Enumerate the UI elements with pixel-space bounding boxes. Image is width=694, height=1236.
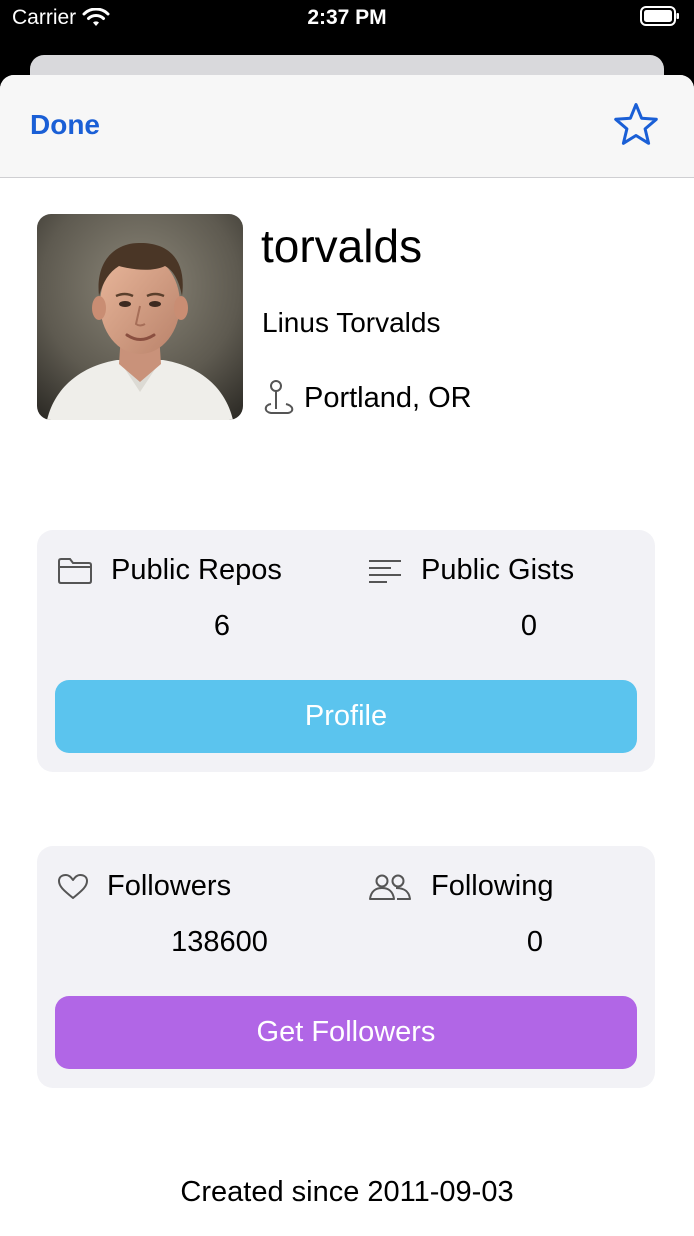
followers-card: Followers 138600 Following 0 Get Followe… [37, 846, 655, 1088]
location: Portland, OR [262, 379, 472, 417]
profile-photo [37, 214, 243, 420]
followers-label: Followers [107, 870, 232, 902]
public-repos-value: 6 [213, 610, 231, 642]
location-label: Portland, OR [304, 381, 472, 414]
public-gists-label: Public Gists [421, 554, 575, 586]
public-gists-header: Public Gists [367, 554, 574, 587]
followers-value: 138600 [171, 926, 268, 958]
following-value: 0 [526, 926, 544, 958]
following-header: Following [367, 870, 554, 903]
star-icon[interactable] [612, 101, 660, 149]
folder-icon [58, 557, 92, 584]
user-info-sheet: Done torvalds Linus Torvalds Portland, O… [0, 75, 694, 1236]
battery-icon [640, 6, 679, 26]
get-followers-button[interactable]: Get Followers [55, 996, 637, 1069]
public-repos-header: Public Repos [57, 554, 282, 587]
text-lines-icon [369, 559, 401, 583]
navigation-bar: Done [0, 75, 694, 178]
repos-card: Public Repos 6 Public Gists 0 Profile [37, 530, 655, 772]
username: torvalds [261, 220, 423, 272]
heart-icon [58, 873, 88, 899]
following-label: Following [431, 870, 554, 902]
followers-header: Followers [57, 870, 231, 903]
status-bar: Carrier 2:37 PM [0, 0, 694, 40]
created-date: Created since 2011-09-03 [180, 1176, 514, 1208]
full-name: Linus Torvalds [262, 307, 441, 338]
public-gists-value: 0 [520, 610, 538, 642]
done-button[interactable]: Done [30, 109, 100, 141]
profile-button[interactable]: Profile [55, 680, 637, 753]
people-icon [369, 874, 411, 900]
avatar [37, 214, 243, 420]
map-pin-icon [264, 380, 294, 414]
status-time: 2:37 PM [307, 6, 387, 29]
public-repos-label: Public Repos [111, 554, 282, 586]
